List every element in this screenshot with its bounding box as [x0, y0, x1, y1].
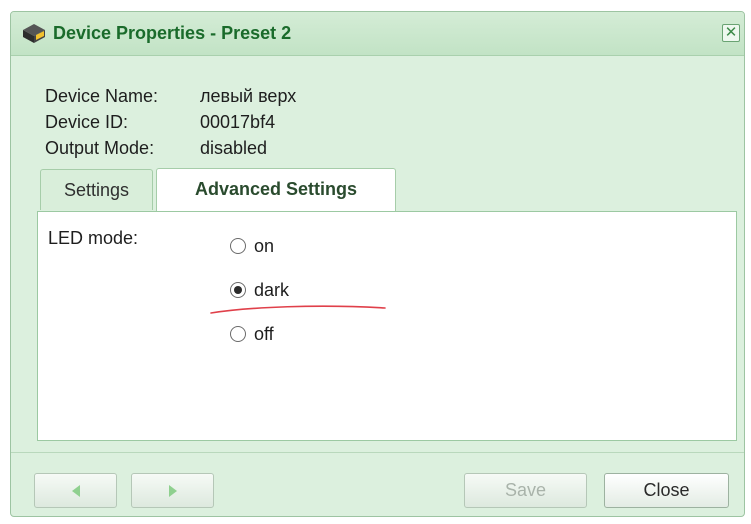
red-underline-annotation — [210, 305, 386, 314]
title-bar[interactable]: Device Properties - Preset 2 ✕ — [11, 12, 744, 56]
led-option-dark-label: dark — [254, 279, 290, 300]
device-name-row: Device Name: левый верх — [45, 83, 296, 109]
led-option-on[interactable]: on — [230, 234, 274, 258]
device-name-value: левый верх — [200, 86, 297, 106]
close-icon[interactable]: ✕ — [722, 24, 740, 42]
output-mode-row: Output Mode: disabled — [45, 135, 296, 161]
arrow-left-icon — [71, 485, 80, 497]
device-properties-dialog: Device Properties - Preset 2 ✕ Device Na… — [10, 11, 745, 517]
led-option-dark[interactable]: dark — [230, 278, 289, 302]
device-icon — [23, 24, 45, 43]
radio-on[interactable] — [230, 238, 246, 254]
advanced-settings-panel: LED mode: on dark off — [37, 211, 737, 441]
device-id-value: 00017bf4 — [200, 112, 276, 132]
radio-off[interactable] — [230, 326, 246, 342]
led-mode-label: LED mode: — [48, 228, 139, 248]
device-info: Device Name: левый верх Device ID: 00017bf… — [45, 83, 296, 161]
led-option-off[interactable]: off — [230, 322, 274, 346]
led-option-on-label: on — [254, 235, 275, 256]
output-mode-label: Output Mode: — [45, 138, 155, 158]
next-button[interactable] — [131, 473, 214, 508]
previous-button[interactable] — [34, 473, 117, 508]
device-name-label: Device Name: — [45, 86, 159, 106]
arrow-right-icon — [168, 485, 177, 497]
close-button[interactable]: Close — [604, 473, 729, 508]
device-id-row: Device ID: 00017bf4 — [45, 109, 296, 135]
footer-divider — [11, 452, 744, 453]
radio-dark[interactable] — [230, 282, 246, 298]
device-id-label: Device ID: — [45, 112, 129, 132]
window-title: Device Properties - Preset 2 — [53, 23, 292, 43]
led-option-off-label: off — [254, 323, 274, 344]
tab-advanced-settings[interactable]: Advanced Settings — [156, 168, 396, 211]
tab-settings[interactable]: Settings — [40, 169, 153, 210]
save-button[interactable]: Save — [464, 473, 587, 508]
output-mode-value: disabled — [200, 138, 268, 158]
